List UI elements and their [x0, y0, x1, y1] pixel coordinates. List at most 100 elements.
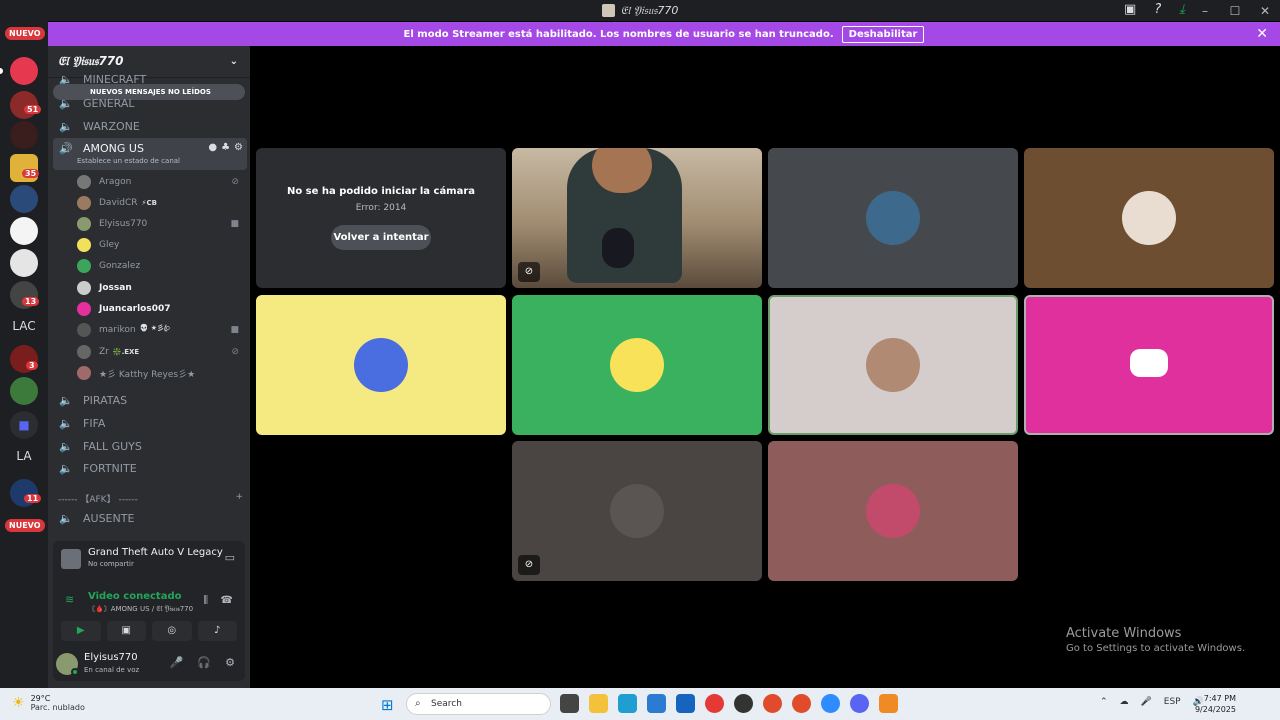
avatar — [77, 196, 91, 210]
task-view-icon[interactable] — [560, 694, 579, 713]
microphone-icon[interactable]: 🎤 — [1141, 697, 1152, 707]
chat-icon[interactable]: ● — [208, 142, 217, 153]
language[interactable]: ESP — [1164, 697, 1181, 707]
network-icon[interactable]: ☁ — [1120, 697, 1129, 707]
voice-user[interactable]: Gley — [77, 235, 243, 255]
add-channel-icon[interactable]: + — [235, 492, 243, 502]
file-explorer-icon[interactable] — [589, 694, 608, 713]
channel-fifa[interactable]: 🔈 FIFA — [53, 412, 247, 434]
activity-status[interactable]: Grand Theft Auto V Legacy No compartir ▭ — [53, 541, 245, 579]
clock[interactable]: 7:47 PM 9/24/2025 — [1195, 693, 1236, 715]
windows-taskbar: ☀ 29°C Parc. nublado ⊞ ⌕ Search ⌃ ☁ 🎤 ES… — [0, 688, 1280, 720]
avatar — [77, 217, 91, 231]
voice-user[interactable]: Elyisus770 ■ — [77, 214, 243, 234]
video-tile[interactable] — [256, 295, 506, 435]
soundboard-button[interactable]: ♪ — [197, 621, 237, 641]
channel-general[interactable]: 🔈 GENERAL — [53, 92, 247, 114]
deafened-icon: ⊘ — [231, 347, 239, 357]
headphones-icon[interactable]: 🎧 — [197, 656, 211, 669]
zoom-icon[interactable] — [821, 694, 840, 713]
screen-share-icon[interactable]: ▭ — [225, 551, 235, 564]
help-icon[interactable]: ? — [1154, 2, 1161, 17]
video-tile-camera[interactable]: ⊘ — [512, 148, 762, 288]
app-icon[interactable] — [734, 694, 753, 713]
app-icon[interactable] — [879, 694, 898, 713]
taskbar-search[interactable]: ⌕ Search — [406, 693, 551, 715]
invite-icon[interactable]: ♣ — [221, 142, 230, 153]
video-tile[interactable]: ⊘ — [512, 441, 762, 581]
noise-suppression-icon[interactable]: ⫼ — [203, 595, 208, 606]
speaker-icon: 🔈 — [59, 439, 73, 453]
avatar — [77, 238, 91, 252]
chrome-icon[interactable] — [705, 694, 724, 713]
server-icon-7[interactable] — [10, 249, 38, 277]
server-icon-10[interactable] — [10, 377, 38, 405]
app-icon[interactable] — [763, 694, 782, 713]
activities-button[interactable]: ◎ — [152, 621, 192, 641]
muted-icon: ⊘ — [518, 262, 540, 282]
server-icon-6[interactable] — [10, 217, 38, 245]
store-icon[interactable] — [647, 694, 666, 713]
avatar — [77, 259, 91, 273]
folder-icon[interactable]: ■ — [10, 411, 38, 439]
download-icon[interactable]: ⤓ — [1179, 2, 1185, 17]
chevron-up-icon[interactable]: ⌃ — [1100, 697, 1108, 707]
close-button[interactable]: ✕ — [1250, 4, 1280, 18]
streamer-mode-banner: El modo Streamer está habilitado. Los no… — [48, 22, 1280, 46]
avatar — [354, 338, 408, 392]
microphone-icon[interactable]: 🎤 — [170, 656, 184, 669]
close-banner-icon[interactable]: ✕ — [1256, 26, 1268, 42]
disable-streamer-button[interactable]: Deshabilitar — [841, 25, 925, 43]
avatar — [866, 484, 920, 538]
video-tile[interactable] — [512, 295, 762, 435]
outlook-icon[interactable] — [676, 694, 695, 713]
video-tile-self[interactable]: No se ha podido iniciar la cámara Error:… — [256, 148, 506, 288]
server-icon-1[interactable] — [10, 57, 38, 85]
edge-icon[interactable] — [618, 694, 637, 713]
video-tile[interactable] — [1024, 295, 1274, 435]
server-icon-3[interactable] — [10, 121, 38, 149]
channel-ausente[interactable]: 🔈 AUSENTE — [53, 507, 247, 529]
video-tile-speaking[interactable] — [768, 295, 1018, 435]
discord-icon[interactable] — [850, 694, 869, 713]
category-afk[interactable]: ------ 【AFK】 ------ + — [58, 492, 243, 505]
channel-among-us[interactable]: 🔊 AMONG US Establece un estado de canal ●… — [53, 138, 247, 170]
chevron-down-icon[interactable]: ⌄ — [230, 56, 238, 67]
app-icon[interactable] — [792, 694, 811, 713]
signal-icon[interactable]: ≋ — [65, 593, 74, 606]
retry-button[interactable]: Volver a intentar — [331, 225, 431, 250]
channel-piratas[interactable]: 🔈 PIRATAS — [53, 389, 247, 411]
inbox-icon[interactable]: ▣ — [1124, 2, 1136, 17]
voice-user[interactable]: Zr ❇️.EXE ⊘ — [77, 342, 243, 362]
video-tile[interactable] — [768, 441, 1018, 581]
voice-user[interactable]: ★彡 Katthy Reyes彡★ — [77, 363, 243, 383]
channel-warzone[interactable]: 🔈 WARZONE — [53, 115, 247, 137]
voice-user[interactable]: Aragon ⊘ — [77, 172, 243, 192]
speaker-icon: 🔈 — [59, 96, 73, 110]
gear-icon[interactable]: ⚙ — [234, 142, 243, 153]
weather-widget[interactable]: ☀ 29°C Parc. nublado — [12, 694, 85, 712]
video-tile[interactable] — [1024, 148, 1274, 288]
gear-icon[interactable]: ⚙ — [225, 656, 235, 669]
video-tile[interactable] — [768, 148, 1018, 288]
mention-badge: 3 — [26, 361, 38, 370]
minimize-button[interactable]: – — [1190, 4, 1220, 18]
speaker-icon: 🔊 — [59, 142, 73, 155]
server-lac[interactable]: LAC — [0, 319, 48, 333]
start-icon[interactable]: ⊞ — [381, 696, 394, 714]
server-la[interactable]: LA — [0, 449, 48, 463]
maximize-button[interactable]: ☐ — [1220, 4, 1250, 18]
channel-fortnite[interactable]: 🔈 FORTNITE — [53, 457, 247, 479]
channel-status[interactable]: Establece un estado de canal — [77, 157, 180, 165]
channel-fall-guys[interactable]: 🔈 FALL GUYS — [53, 435, 247, 457]
voice-user[interactable]: Gonzalez — [77, 256, 243, 276]
camera-button[interactable]: ▶ — [61, 621, 101, 641]
disconnect-icon[interactable]: ☎ — [221, 595, 233, 606]
mention-badge: 51 — [24, 105, 42, 114]
voice-user[interactable]: Juancarlos007 — [77, 299, 243, 319]
voice-user[interactable]: Jossan — [77, 278, 243, 298]
voice-user[interactable]: DavidCR ⚡CB — [77, 193, 243, 213]
voice-user[interactable]: marikon 💀 ★彡ꦿ ■ — [77, 320, 243, 340]
server-icon-5[interactable] — [10, 185, 38, 213]
share-screen-button[interactable]: ▣ — [106, 621, 146, 641]
